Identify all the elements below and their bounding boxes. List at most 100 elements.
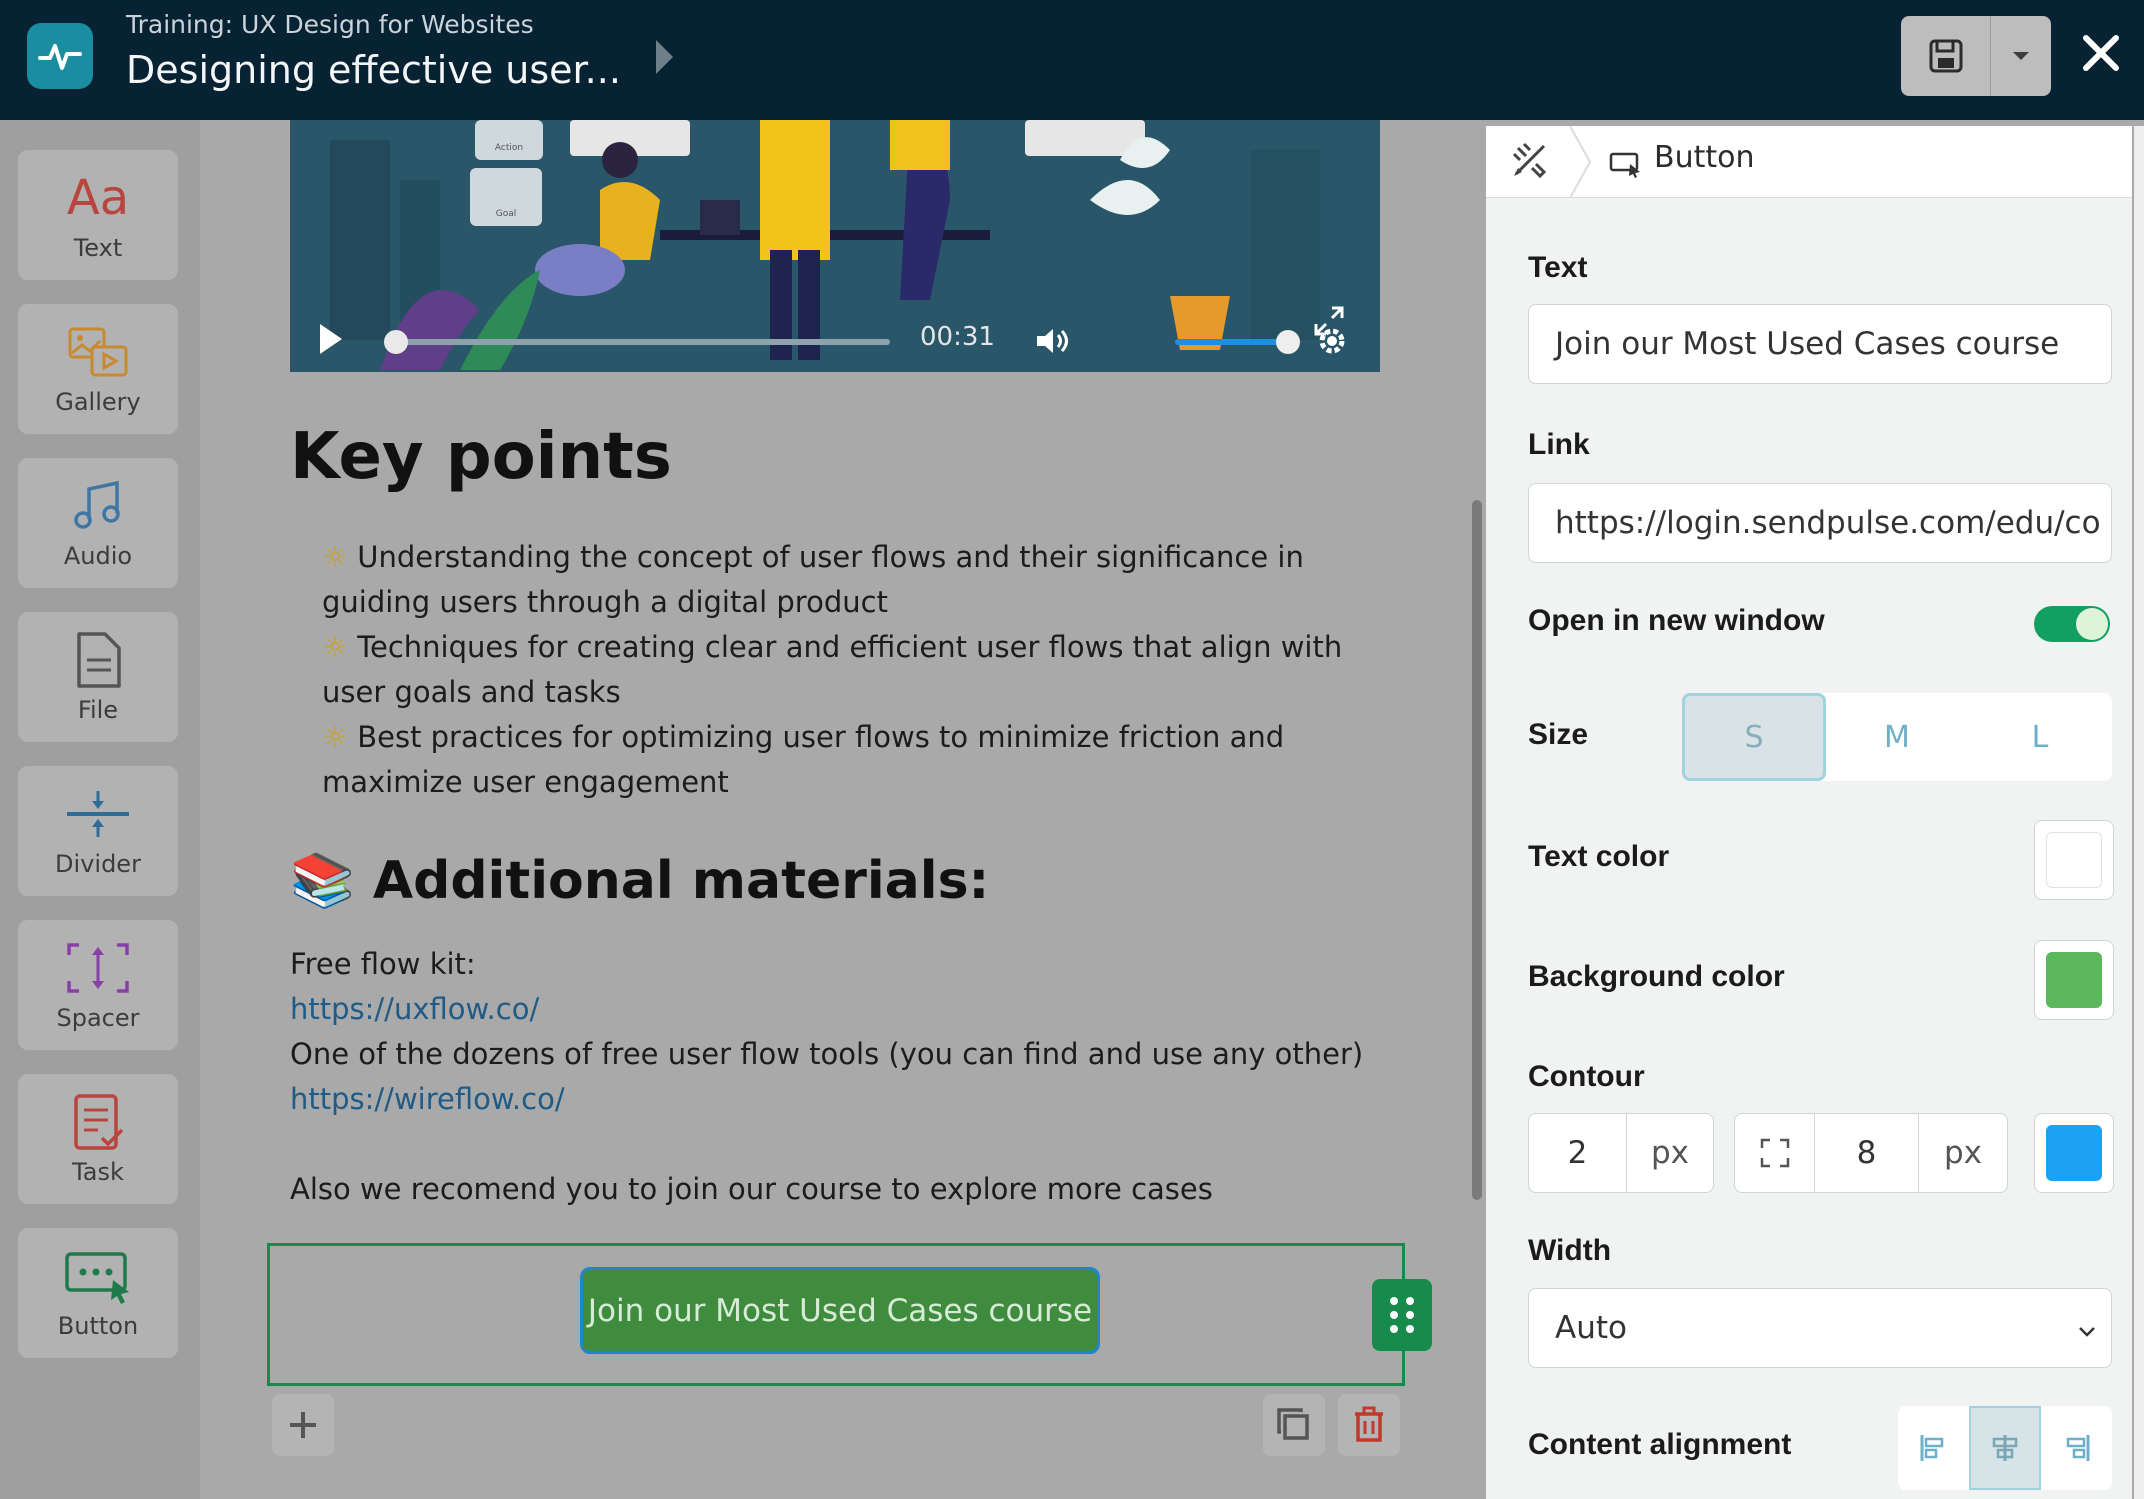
sun-icon: ☼ [322,630,348,664]
trash-icon [1355,1406,1383,1442]
canvas-scrollbar[interactable] [1472,500,1482,1200]
block-toolbar: Aa Text Gallery Audio File Divider Space… [0,120,200,1499]
sun-icon: ☼ [322,720,348,754]
video-player[interactable]: Action Goal 00:31 [290,120,1380,372]
contour-width-field: 2 px [1528,1113,1714,1193]
kit-label: Free flow kit: [290,947,476,981]
svg-text:Action: Action [495,143,523,153]
size-option-s[interactable]: S [1682,693,1826,781]
corner-radius-unit: px [1943,1135,1983,1171]
uxflow-link[interactable]: https://uxflow.co/ [290,992,539,1026]
video-progress-track[interactable] [390,339,890,345]
contour-color-swatch[interactable] [2034,1113,2114,1193]
recommend-text: Also we recomend you to join our course … [290,1172,1213,1206]
text-color-label: Text color [1528,840,1670,873]
materials-text: Free flow kit: https://uxflow.co/ One of… [290,942,1380,1122]
drag-handle-icon[interactable] [1372,1279,1432,1351]
volume-track[interactable] [1175,339,1285,345]
gallery-icon [18,322,178,382]
delete-block-button[interactable] [1338,1394,1400,1456]
list-item: ☼ Techniques for creating clear and effi… [322,630,1343,709]
tool-label: Button [57,1312,139,1340]
tool-label: Task [72,1158,124,1186]
selected-button-block[interactable]: Join our Most Used Cases course [267,1243,1405,1386]
tool-text[interactable]: Aa Text [18,150,178,280]
volume-icon[interactable] [1035,326,1069,360]
tool-audio[interactable]: Audio [18,458,178,588]
size-option-m[interactable]: M [1825,693,1969,781]
contour-width-input[interactable]: 2 [1529,1114,1627,1192]
task-icon [18,1092,178,1152]
text-color-fill [2046,832,2102,888]
fullscreen-icon[interactable] [1312,304,1346,342]
content-alignment-label: Content alignment [1528,1428,1792,1461]
list-item: ☼ Best practices for optimizing user flo… [322,720,1285,799]
tool-label: Audio [63,542,133,570]
sun-icon: ☼ [322,540,348,574]
align-left-icon[interactable] [1898,1406,1970,1490]
wireflow-link[interactable]: https://wireflow.co/ [290,1082,565,1116]
text-icon: Aa [66,170,130,226]
corner-radius-input[interactable]: 8 [1815,1114,1919,1192]
size-selector: S M L [1682,693,2112,781]
chevron-down-icon [2013,52,2029,60]
divider-icon [18,784,178,844]
width-select-value: Auto [1555,1310,1627,1346]
tool-divider[interactable]: Divider [18,766,178,896]
save-icon [1929,39,1963,73]
save-button[interactable] [1901,16,1991,96]
tool-button[interactable]: Button [18,1228,178,1358]
align-center-icon[interactable] [1969,1406,2041,1490]
button-icon [18,1246,178,1306]
tool-task[interactable]: Task [18,1074,178,1204]
video-time: 00:31 [920,322,995,352]
duplicate-block-button[interactable] [1263,1394,1325,1456]
background-color-swatch[interactable] [2034,940,2114,1020]
corner-radius-icon [1735,1114,1815,1192]
width-label: Width [1528,1234,1612,1267]
link-field-label: Link [1528,428,1590,461]
save-options-dropdown[interactable] [1991,16,2051,96]
tool-gallery[interactable]: Gallery [18,304,178,434]
tool-label: Text [73,234,123,262]
button-text-input[interactable]: Join our Most Used Cases course [1528,304,2112,384]
text-color-swatch[interactable] [2034,820,2114,900]
video-controls: 00:31 [290,310,1380,372]
close-button[interactable] [2078,30,2124,80]
add-block-button[interactable] [272,1394,334,1456]
action-sign [475,120,543,160]
tool-label: Divider [55,850,141,878]
page-title: Designing effective user... [126,48,621,92]
breadcrumb-separator [1566,125,1594,199]
button-settings-panel: Button Text Join our Most Used Cases cou… [1486,125,2132,1499]
close-icon [2083,35,2119,71]
background-color-label: Background color [1528,960,1785,993]
app-logo-icon[interactable] [27,23,93,89]
play-icon[interactable] [318,322,344,360]
course-cta-button[interactable]: Join our Most Used Cases course [580,1267,1100,1354]
new-window-toggle[interactable] [2034,606,2110,642]
corner-radius-field: 8 px [1734,1113,2008,1193]
key-points-list: ☼ Understanding the concept of user flow… [322,535,1362,805]
svg-text:Goal: Goal [496,209,517,219]
breadcrumb[interactable]: Training: UX Design for Websites [126,10,534,39]
panel-scrollbar[interactable] [2134,126,2144,1499]
expand-title-icon[interactable] [656,40,673,74]
tool-label: Gallery [55,388,141,416]
size-option-l[interactable]: L [1968,693,2112,781]
volume-handle[interactable] [1276,330,1300,354]
size-label: Size [1528,718,1589,751]
toggle-knob [2076,608,2108,640]
width-select[interactable]: Auto [1528,1288,2112,1368]
video-progress-handle[interactable] [384,330,408,354]
file-icon [18,630,178,690]
plus-icon [290,1412,316,1438]
tool-spacer[interactable]: Spacer [18,920,178,1050]
additional-materials-heading: 📚 Additional materials: [290,851,990,911]
button-link-input[interactable]: https://login.sendpulse.com/edu/co [1528,483,2112,563]
design-tools-icon[interactable] [1510,140,1550,184]
contour-color-fill [2046,1125,2102,1181]
tool-file[interactable]: File [18,612,178,742]
key-points-heading: Key points [290,420,672,494]
align-right-icon[interactable] [2040,1406,2112,1490]
